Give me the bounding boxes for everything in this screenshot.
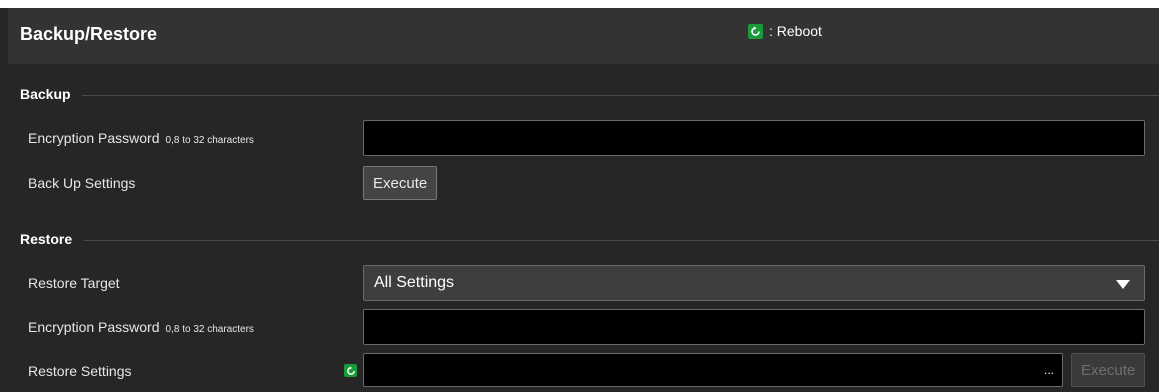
- top-border: [0, 0, 1159, 8]
- restore-target-label: Restore Target: [28, 275, 120, 291]
- backup-encryption-password-hint: 0,8 to 32 characters: [165, 135, 254, 146]
- backup-restore-page: Backup/Restore : Reboot Backup Encryptio…: [0, 0, 1159, 392]
- restore-settings-label: Restore Settings: [28, 363, 132, 379]
- restore-encryption-password-field[interactable]: [363, 309, 1145, 345]
- page-header: Backup/Restore : Reboot: [8, 8, 1159, 64]
- section-divider-restore: [84, 240, 1159, 241]
- restore-target-selected-value: All Settings: [374, 274, 455, 291]
- restore-encryption-password-label-text: Encryption Password: [28, 319, 160, 335]
- backup-execute-button[interactable]: Execute: [363, 166, 438, 200]
- section-divider-backup: [82, 95, 1159, 96]
- section-title-restore: Restore: [20, 231, 73, 247]
- restore-encryption-password-label: Encryption Password 0,8 to 32 characters: [28, 319, 254, 335]
- chevron-down-icon: [1116, 280, 1130, 289]
- restore-file-field[interactable]: ...: [363, 353, 1063, 387]
- browse-file-button[interactable]: ...: [1044, 363, 1054, 377]
- restore-encryption-password-hint: 0,8 to 32 characters: [165, 324, 254, 335]
- backup-encryption-password-label: Encryption Password 0,8 to 32 characters: [28, 130, 254, 146]
- restore-target-select[interactable]: All Settings: [363, 265, 1145, 301]
- page-title: Backup/Restore: [20, 24, 158, 44]
- reboot-icon: [344, 364, 357, 377]
- reboot-legend-text: : Reboot: [769, 23, 822, 39]
- backup-encryption-password-field[interactable]: [363, 120, 1145, 156]
- reboot-icon: [748, 23, 763, 39]
- restore-execute-button[interactable]: Execute: [1071, 353, 1146, 387]
- reboot-legend: : Reboot: [748, 23, 822, 39]
- back-up-settings-label: Back Up Settings: [28, 175, 136, 191]
- section-title-backup: Backup: [20, 86, 71, 102]
- backup-encryption-password-label-text: Encryption Password: [28, 130, 160, 146]
